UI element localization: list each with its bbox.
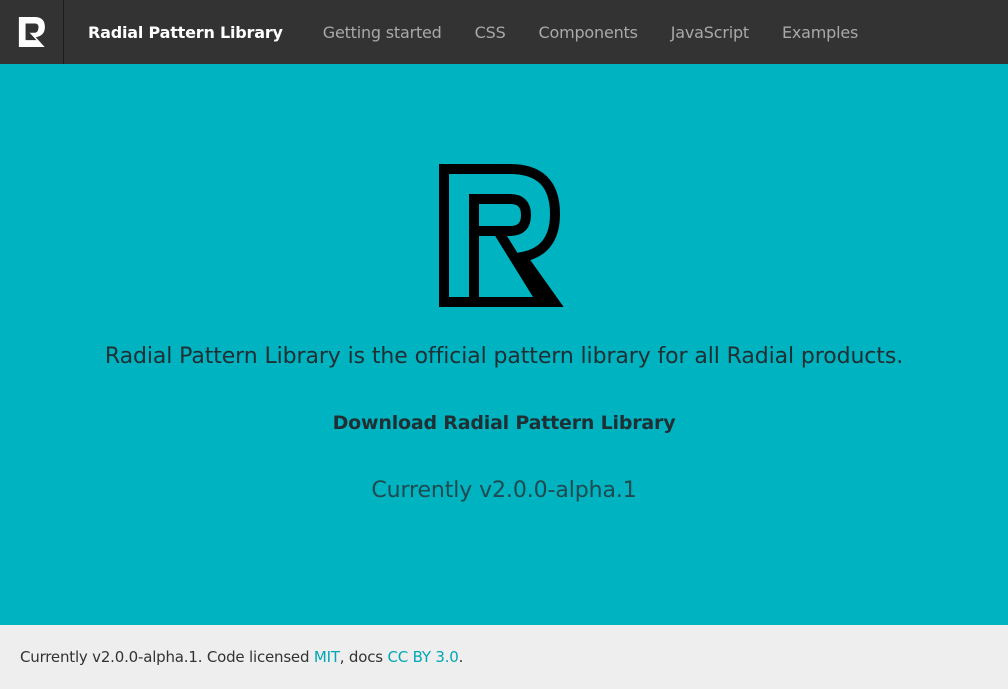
nav-item-css: CSS (475, 23, 506, 42)
nav-link-components[interactable]: Components (539, 23, 638, 42)
footer-text-middle: , docs (339, 648, 388, 666)
hero-tagline: Radial Pattern Library is the official p… (104, 344, 904, 369)
footer-text-suffix: . (458, 648, 464, 666)
nav-item-javascript: JavaScript (671, 23, 749, 42)
nav-link-getting-started[interactable]: Getting started (323, 23, 442, 42)
nav-item-components: Components (539, 23, 638, 42)
radial-r-logo-icon (18, 17, 45, 47)
home-logo-link[interactable] (0, 0, 64, 64)
nav-item-getting-started: Getting started (323, 23, 442, 42)
nav-links: Getting started CSS Components JavaScrip… (323, 23, 891, 42)
footer-text-prefix: Currently v2.0.0-alpha.1. Code licensed (20, 648, 314, 666)
hero-version-text: Currently v2.0.0-alpha.1 (371, 478, 637, 503)
page-footer: Currently v2.0.0-alpha.1. Code licensed … (0, 625, 1008, 689)
nav-link-css[interactable]: CSS (475, 23, 506, 42)
top-navbar: Radial Pattern Library Getting started C… (0, 0, 1008, 64)
nav-item-examples: Examples (782, 23, 858, 42)
download-link[interactable]: Download Radial Pattern Library (0, 412, 1008, 434)
nav-link-examples[interactable]: Examples (782, 23, 858, 42)
footer-license-link[interactable]: MIT (314, 648, 340, 666)
navbar-brand[interactable]: Radial Pattern Library (88, 23, 283, 42)
radial-r-logo-icon (439, 164, 564, 307)
hero-section: Radial Pattern Library is the official p… (0, 64, 1008, 625)
footer-docs-license-link[interactable]: CC BY 3.0 (387, 648, 458, 666)
nav-link-javascript[interactable]: JavaScript (671, 23, 749, 42)
